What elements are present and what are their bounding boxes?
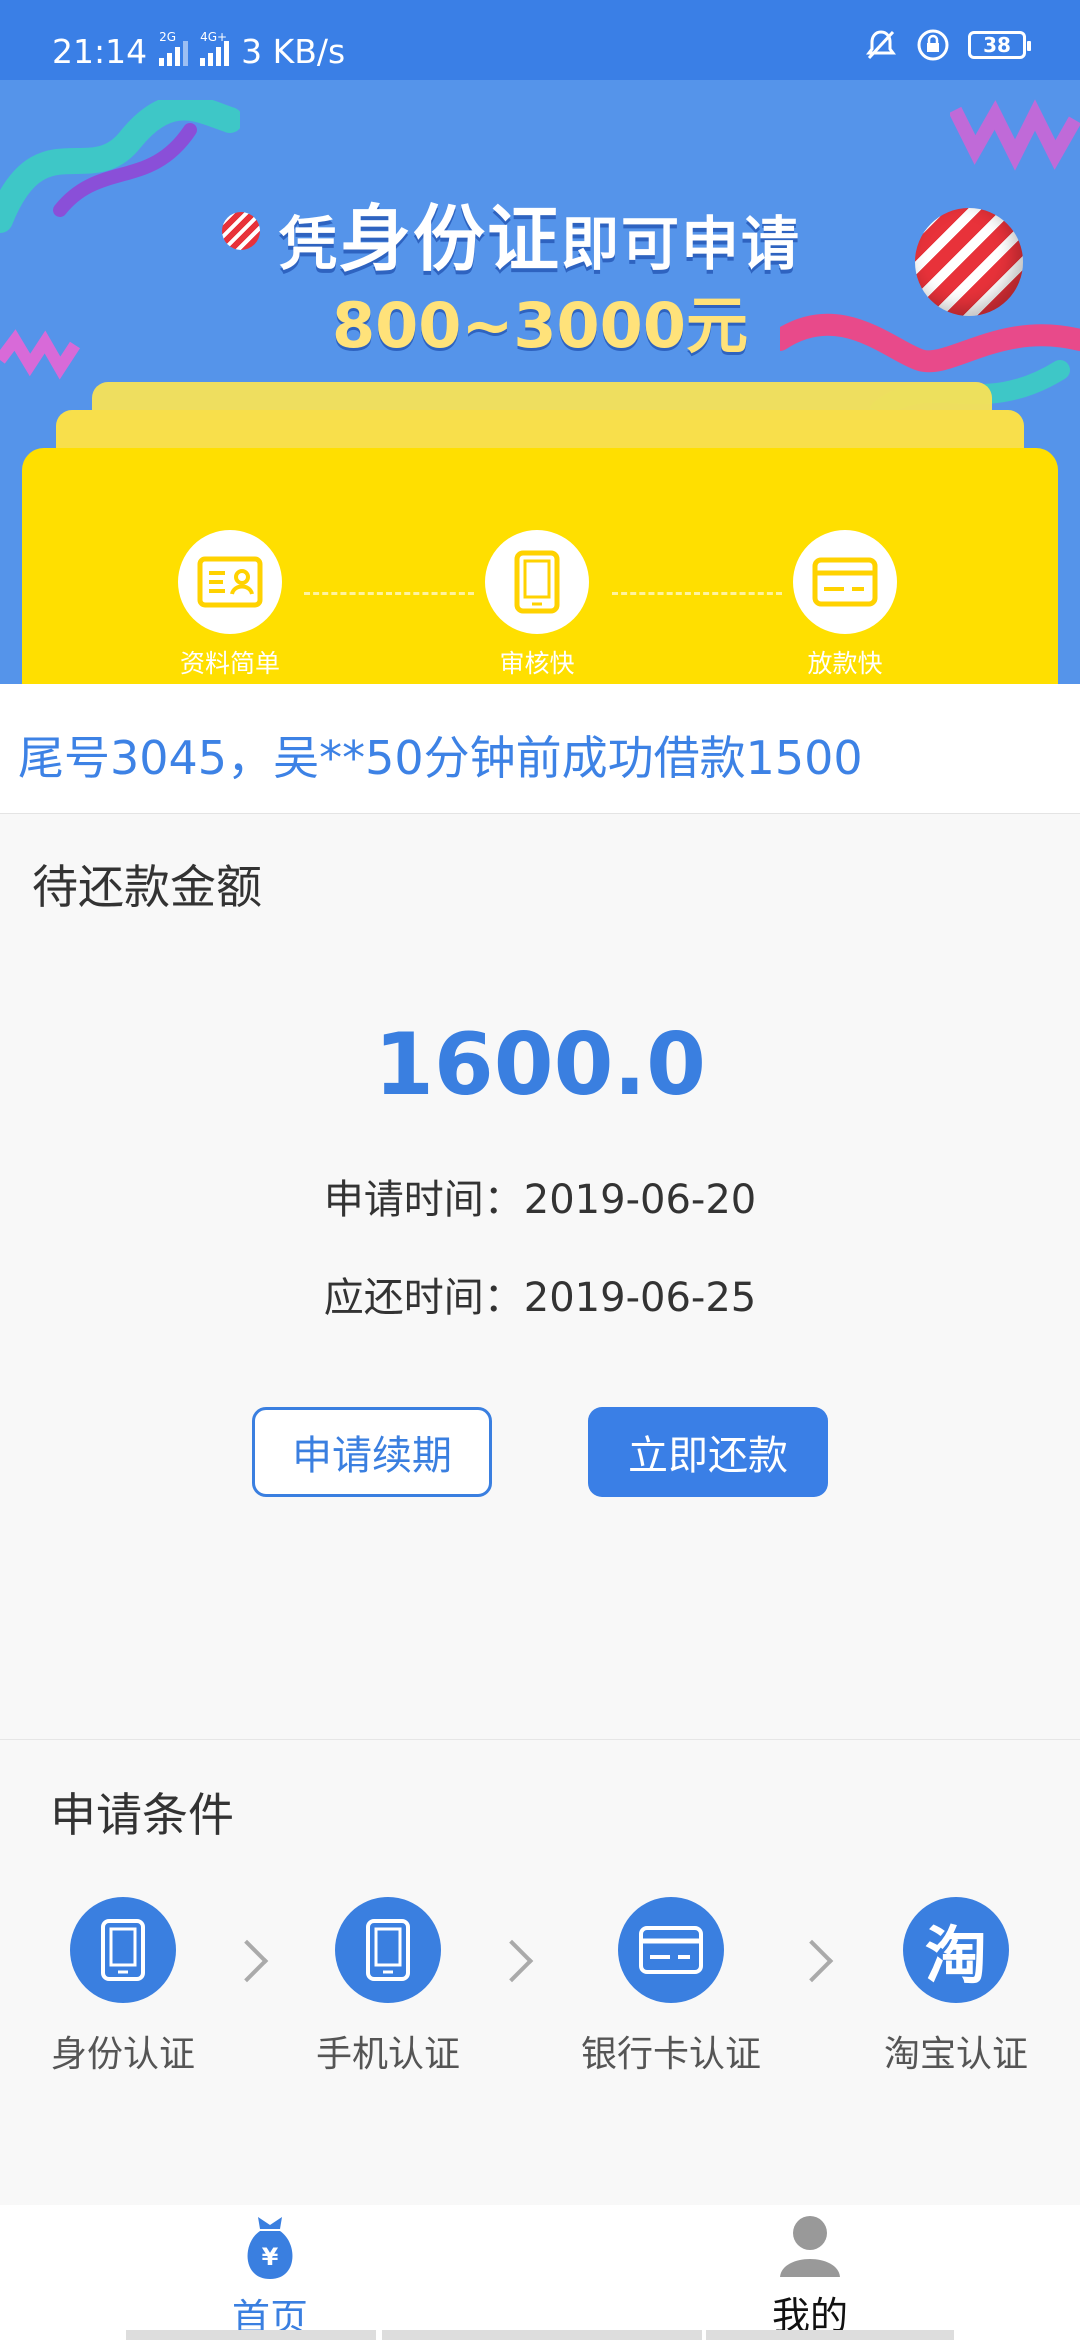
condition-phone[interactable]: 手机认证 [278,1897,498,2077]
battery-icon: 38 [968,31,1031,59]
condition-id[interactable]: 身份认证 [13,1897,233,2077]
due-time-row: 应还时间：2019-06-25 [323,1275,757,1321]
signal-4g-icon: 4G+ [200,30,230,66]
tab-mine[interactable]: 我的 [710,2213,910,2340]
condition-taobao[interactable]: 淘 淘宝认证 [846,1897,1066,2077]
feature-step: 放款快 [755,530,935,680]
extend-button[interactable]: 申请续期 [252,1407,492,1497]
repayment-section: 待还款金额 1600.0 申请时间：2019-06-20 应还时间：2019-0… [0,815,1080,1740]
notice-text: 尾号3045，吴**50分钟前成功借款1500 [18,731,863,785]
feature-step: 审核快 [447,530,627,680]
conditions-section: 申请条件 身份认证 手机认证 银行卡认证 淘 淘宝认证 [0,1741,1080,2205]
money-bag-icon: ¥ [247,2217,293,2279]
repay-amount: 1600.0 [374,1015,706,1115]
status-bar: 21:14 2G 4G+ 3 KB/s 38 [0,0,1080,80]
banner-title: 凭身份证即可申请 [278,197,802,281]
apply-time-row: 申请时间：2019-06-20 [323,1177,757,1223]
promo-banner[interactable]: 凭身份证即可申请 800~3000元 资料简单 审核快 放款快 [0,80,1080,684]
condition-bank-card[interactable]: 银行卡认证 [561,1897,781,2077]
bottom-tab-bar: ¥ 首页 我的 [0,2205,1080,2340]
id-card-icon [197,556,263,608]
ribbon-decoration-icon [950,99,1080,171]
clock: 21:14 [52,32,148,71]
user-icon [780,2216,840,2277]
section-title: 申请条件 [50,1788,234,1842]
network-speed: 3 KB/s [241,32,346,71]
loan-notice-marquee: 尾号3045，吴**50分钟前成功借款1500 [0,684,1080,814]
chevron-right-icon [790,1939,834,1983]
signal-2g-icon: 2G [159,30,189,66]
svg-text:¥: ¥ [262,2243,279,2271]
lock-rotation-icon [917,29,949,61]
bank-card-icon [812,557,878,607]
tab-home[interactable]: ¥ 首页 [170,2213,370,2340]
phone-icon [101,1919,145,1981]
taobao-icon: 淘 [903,1897,1009,2003]
repay-now-button[interactable]: 立即还款 [588,1407,828,1497]
phone-icon [514,550,560,614]
bank-card-icon [639,1926,703,1974]
section-title: 待还款金额 [32,860,262,914]
banner-amount-range: 800~3000元 [332,289,748,362]
gesture-bar [706,2330,954,2340]
feature-card: 资料简单 审核快 放款快 [22,448,1058,684]
phone-icon [366,1919,410,1981]
mute-bell-icon [866,30,896,60]
gesture-bar [126,2330,376,2340]
feature-step: 资料简单 [140,530,320,680]
gesture-bar [382,2330,702,2340]
